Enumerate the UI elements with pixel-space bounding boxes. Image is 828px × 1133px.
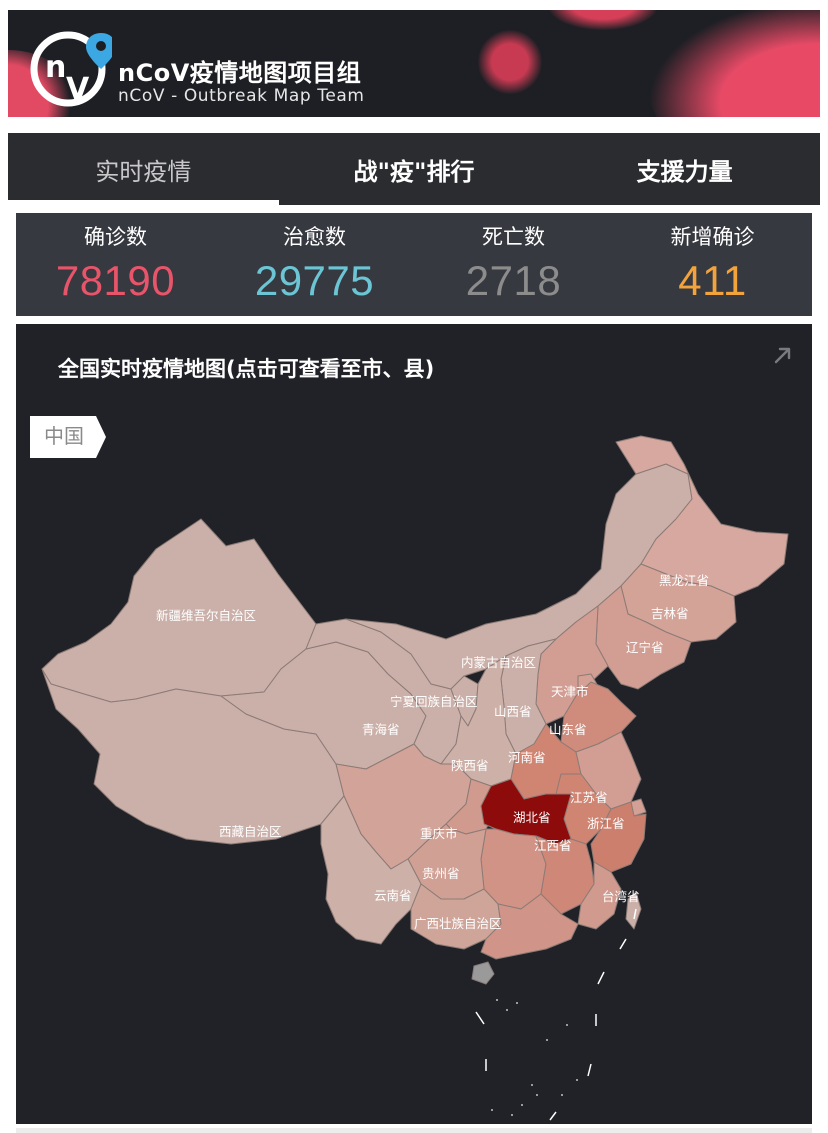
app-page: n V nCoV疫情地图项目组 nCoV - Outbreak Map Team…	[0, 0, 828, 1133]
label-hubei: 湖北省	[513, 810, 551, 825]
tab-ranking[interactable]: 战"疫"排行	[279, 133, 550, 205]
decor-blob	[548, 10, 658, 30]
province-hainan[interactable]	[471, 961, 495, 985]
map-breadcrumb[interactable]: 中国	[30, 416, 106, 458]
label-tianjin: 天津市	[551, 684, 589, 699]
map-title: 全国实时疫情地图(点击可查看至市、县)	[58, 357, 435, 381]
tab-label: 实时疫情	[95, 157, 192, 186]
china-map[interactable]: 新疆维吾尔自治区 西藏自治区 青海省 内蒙古自治区 宁夏回族自治区 山西省 陕西…	[16, 324, 812, 1124]
tab-support[interactable]: 支援力量	[549, 133, 820, 205]
stat-confirmed: 确诊数 78190	[16, 213, 215, 316]
label-zhejiang: 浙江省	[587, 816, 625, 831]
label-guangxi: 广西壮族自治区	[414, 916, 502, 931]
stat-value: 29775	[254, 257, 375, 304]
label-shaanxi: 陕西省	[451, 758, 489, 773]
stat-label: 确诊数	[84, 225, 147, 249]
logo-v-letter: V	[66, 72, 90, 107]
label-chongqing: 重庆市	[420, 826, 458, 841]
brand-logo: n V	[30, 31, 112, 107]
brand-title: nCoV疫情地图项目组	[118, 59, 362, 87]
brand-subtitle: nCoV - Outbreak Map Team	[118, 86, 365, 106]
stat-deaths: 死亡数 2718	[414, 213, 613, 316]
decor-blob	[478, 30, 542, 94]
stat-value: 411	[678, 257, 747, 304]
label-xizang: 西藏自治区	[219, 824, 282, 839]
label-liaoning: 辽宁省	[626, 640, 664, 655]
tab-label: 战"疫"排行	[353, 157, 475, 186]
label-guizhou: 贵州省	[422, 866, 460, 881]
bottom-divider	[16, 1128, 812, 1133]
label-shanxi: 山西省	[494, 704, 532, 719]
label-yunnan: 云南省	[374, 888, 412, 903]
stats-panel: 确诊数 78190 治愈数 29775 死亡数 2718 新增确诊 411	[16, 213, 812, 316]
label-heilongjiang: 黑龙江省	[659, 573, 709, 588]
label-ningxia: 宁夏回族自治区	[390, 694, 478, 709]
stat-label: 死亡数	[482, 225, 545, 249]
label-jilin: 吉林省	[651, 606, 689, 621]
stat-label: 新增确诊	[670, 225, 755, 249]
expand-arrow-icon[interactable]	[772, 344, 794, 366]
label-jiangsu: 江苏省	[570, 790, 608, 805]
south-china-sea-islands	[491, 999, 578, 1116]
label-jiangxi: 江西省	[534, 838, 572, 853]
header-banner: n V nCoV疫情地图项目组 nCoV - Outbreak Map Team	[8, 10, 820, 117]
stat-value: 78190	[55, 257, 176, 304]
stat-cured: 治愈数 29775	[215, 213, 414, 316]
tab-realtime[interactable]: 实时疫情	[8, 133, 279, 205]
tab-bar: 实时疫情 战"疫"排行 支援力量	[8, 133, 820, 205]
location-pin-icon	[86, 33, 112, 69]
label-qinghai: 青海省	[362, 722, 400, 737]
tab-label: 支援力量	[636, 157, 733, 186]
logo-n-letter: n	[45, 50, 66, 85]
decor-blob	[648, 10, 820, 117]
map-panel: 新疆维吾尔自治区 西藏自治区 青海省 内蒙古自治区 宁夏回族自治区 山西省 陕西…	[16, 324, 812, 1124]
stat-label: 治愈数	[283, 225, 346, 249]
stat-new-confirmed: 新增确诊 411	[613, 213, 812, 316]
stat-value: 2718	[465, 257, 562, 304]
label-henan: 河南省	[508, 750, 546, 765]
breadcrumb-label: 中国	[44, 424, 84, 448]
label-shandong: 山东省	[549, 722, 587, 737]
active-tab-underline	[8, 200, 279, 205]
label-xinjiang: 新疆维吾尔自治区	[156, 608, 256, 623]
label-neimenggu: 内蒙古自治区	[461, 655, 536, 670]
label-taiwan: 台湾省	[602, 889, 640, 904]
